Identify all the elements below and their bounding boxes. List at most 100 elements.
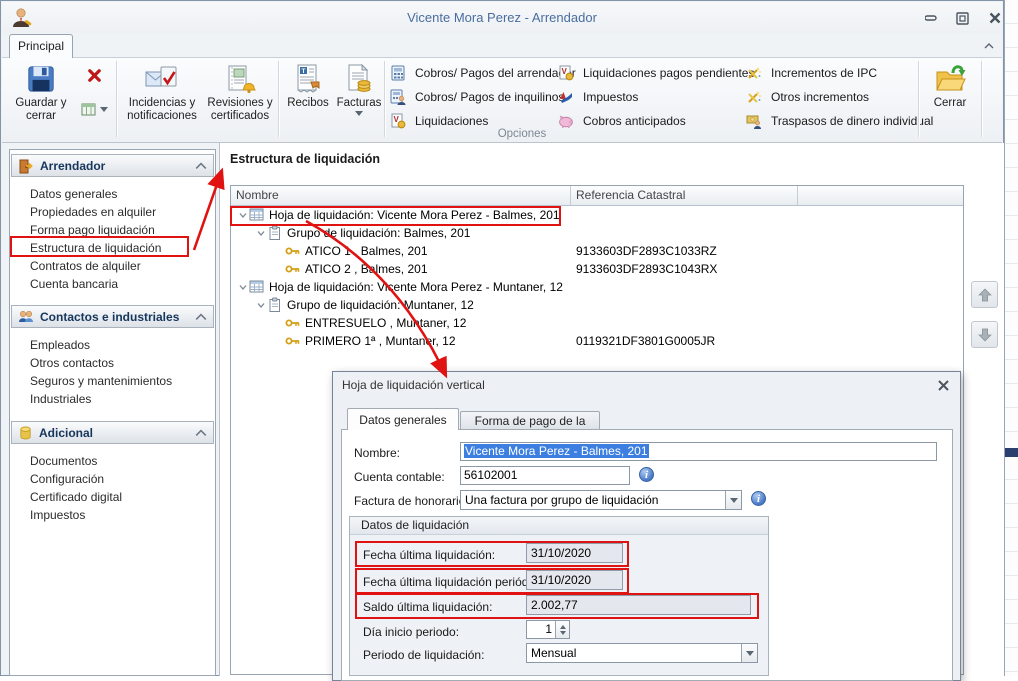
- facturas-label: Facturas: [337, 97, 382, 110]
- nombre-label: Nombre:: [354, 446, 400, 460]
- key-icon: [285, 261, 301, 277]
- grid-dropdown-button[interactable]: [76, 98, 112, 120]
- cuenta-contable-input[interactable]: 56102001: [460, 466, 630, 485]
- window-title: Vicente Mora Perez - Arrendador: [2, 10, 1002, 25]
- sidebar-item-propiedades-alquiler[interactable]: Propiedades en alquiler: [30, 203, 215, 221]
- restore-button[interactable]: [953, 10, 971, 26]
- factura-honorarios-combo[interactable]: Una factura por grupo de liquidación: [460, 490, 742, 510]
- sidebar-item-seguros[interactable]: Seguros y mantenimientos: [30, 372, 215, 390]
- sidebar-item-certificado-digital[interactable]: Certificado digital: [30, 488, 215, 506]
- ribbon-item-label: Otros incrementos: [771, 90, 869, 104]
- sidebar-section-adicional[interactable]: Adicional: [11, 421, 214, 444]
- tree-row-grupo-muntaner[interactable]: Grupo de liquidación: Muntaner, 12: [231, 296, 963, 314]
- key-icon: [285, 243, 301, 259]
- dialog-title: Hoja de liquidación vertical: [342, 378, 485, 392]
- info-icon[interactable]: i: [751, 491, 766, 506]
- tab-principal[interactable]: Principal: [9, 34, 73, 58]
- column-header-referencia[interactable]: Referencia Catastral: [571, 186, 798, 205]
- cuenta-contable-label: Cuenta contable:: [354, 470, 445, 484]
- settlement-doc-icon: V: [558, 65, 574, 81]
- fecha-periodica-label: Fecha última liquidación periódica:: [363, 575, 547, 589]
- ribbon-item-label: Cobros/ Pagos del arrendador: [415, 66, 576, 80]
- expand-chevron-icon[interactable]: [255, 299, 267, 311]
- expand-chevron-icon[interactable]: [237, 281, 249, 293]
- combo-dropdown-button[interactable]: [725, 491, 741, 509]
- facturas-button[interactable]: Facturas: [336, 60, 382, 134]
- expand-chevron-icon[interactable]: [255, 227, 267, 239]
- svg-text:T: T: [302, 68, 306, 75]
- tree-row-hoja-balmes[interactable]: Hoja de liquidación: Vicente Mora Perez …: [231, 206, 963, 224]
- tree-row-label: Grupo de liquidación: Muntaner, 12: [287, 298, 474, 312]
- tree-row-hoja-muntaner[interactable]: Hoja de liquidación: Vicente Mora Perez …: [231, 278, 963, 296]
- tree-row-entresuelo[interactable]: ENTRESUELO , Muntaner, 12: [231, 314, 963, 332]
- tree-row-label: ATICO 1 , Balmes, 201: [305, 244, 428, 258]
- tree-row-atico1[interactable]: ATICO 1 , Balmes, 201 9133603DF2893C1033…: [231, 242, 963, 260]
- sidebar-item-cuenta-bancaria[interactable]: Cuenta bancaria: [30, 275, 215, 293]
- column-header-empty[interactable]: [798, 186, 963, 205]
- tree-row-grupo-balmes[interactable]: Grupo de liquidación: Balmes, 201: [231, 224, 963, 242]
- sidebar-section-arrendador[interactable]: Arrendador: [11, 154, 214, 177]
- column-header-nombre[interactable]: Nombre: [231, 186, 571, 205]
- ribbon-separator: [981, 61, 982, 137]
- sidebar-section-title: Contactos e industriales: [40, 310, 179, 324]
- tree-row-ref: 0119321DF3801G0005JR: [576, 334, 715, 348]
- background-selected-row: [1005, 448, 1018, 457]
- ribbon-item-cobros-pagos-inquilinos[interactable]: Cobros/ Pagos de inquilinos: [390, 86, 576, 107]
- move-down-button[interactable]: [971, 321, 998, 348]
- dialog-tab-page: Nombre: Vicente Mora Perez - Balmes, 201…: [341, 429, 953, 681]
- ribbon-group-label: Opciones: [432, 128, 612, 140]
- ribbon-item-liquidaciones-pendientes[interactable]: V Liquidaciones pagos pendientes: [558, 62, 754, 83]
- ribbon-item-impuestos[interactable]: Impuestos: [558, 86, 754, 107]
- ribbon-item-incrementos-ipc[interactable]: Incrementos de IPC: [746, 62, 933, 83]
- ribbon-item-otros-incrementos[interactable]: Otros incrementos: [746, 86, 933, 107]
- expand-chevron-icon[interactable]: [237, 209, 249, 221]
- sidebar-item-forma-pago[interactable]: Forma pago liquidación: [30, 221, 215, 239]
- sidebar-item-industriales[interactable]: Industriales: [30, 390, 215, 408]
- sidebar-item-contratos[interactable]: Contratos de alquiler: [30, 257, 215, 275]
- ribbon-items-column-2: V Liquidaciones pagos pendientes Impuest…: [558, 62, 754, 131]
- sidebar-item-configuracion[interactable]: Configuración: [30, 470, 215, 488]
- spinner-buttons[interactable]: [555, 621, 569, 638]
- clipboard-icon: [267, 225, 283, 241]
- dia-inicio-label: Día inicio periodo:: [363, 625, 459, 639]
- revisiones-button[interactable]: Revisiones y certificados: [204, 60, 276, 134]
- nombre-selected-text: Vicente Mora Perez - Balmes, 201: [464, 444, 649, 458]
- sidebar-item-estructura-liquidacion[interactable]: Estructura de liquidación: [30, 239, 215, 257]
- tab-forma-de-pago[interactable]: Forma de pago de la liquidación: [460, 411, 600, 430]
- combo-dropdown-button[interactable]: [741, 644, 757, 662]
- ribbon-item-label: Liquidaciones: [415, 114, 488, 128]
- sidebar-item-empleados[interactable]: Empleados: [30, 336, 215, 354]
- tree-row-primero[interactable]: PRIMERO 1ª , Muntaner, 12 0119321DF3801G…: [231, 332, 963, 350]
- incidencias-button[interactable]: Incidencias y notificaciones: [122, 60, 202, 134]
- sidebar-item-impuestos[interactable]: Impuestos: [30, 506, 215, 524]
- save-and-close-button[interactable]: Guardar y cerrar: [10, 60, 72, 134]
- close-button[interactable]: [986, 10, 1004, 26]
- delete-button[interactable]: [76, 60, 112, 90]
- move-up-button[interactable]: [971, 281, 998, 308]
- cerrar-button[interactable]: Cerrar: [922, 60, 978, 134]
- ribbon-item-cobros-pagos-arrendador[interactable]: Cobros/ Pagos del arrendador: [390, 62, 576, 83]
- minimize-button[interactable]: [922, 10, 940, 26]
- tree-row-atico2[interactable]: ATICO 2 , Balmes, 201 9133603DF2893C1043…: [231, 260, 963, 278]
- spinner-value: 1: [527, 621, 554, 638]
- sidebar-items-adicional: Documentos Configuración Certificado dig…: [10, 444, 215, 524]
- info-icon[interactable]: i: [639, 467, 654, 482]
- ribbon: Guardar y cerrar Incidencias y n: [2, 57, 1002, 143]
- delete-x-icon: [86, 67, 103, 84]
- ribbon-collapse-icon[interactable]: [983, 41, 995, 51]
- key-icon: [285, 333, 301, 349]
- incidencias-label: Incidencias y notificaciones: [123, 97, 201, 123]
- tab-datos-generales[interactable]: Datos generales: [347, 408, 459, 430]
- group-title: Datos de liquidación: [350, 517, 768, 535]
- periodo-combo[interactable]: Mensual: [526, 643, 758, 663]
- sidebar-item-otros-contactos[interactable]: Otros contactos: [30, 354, 215, 372]
- ribbon-item-traspasos-dinero[interactable]: Traspasos de dinero individual: [746, 110, 933, 131]
- recibos-button[interactable]: T Recibos: [282, 60, 334, 134]
- sidebar-item-documentos[interactable]: Documentos: [30, 452, 215, 470]
- nombre-input[interactable]: Vicente Mora Perez - Balmes, 201: [460, 442, 937, 461]
- increment-keys-icon: [746, 89, 762, 105]
- dialog-close-button[interactable]: [936, 378, 950, 392]
- sidebar-section-contactos[interactable]: Contactos e industriales: [11, 305, 214, 328]
- dia-inicio-spinner[interactable]: 1: [526, 620, 570, 639]
- sidebar-item-datos-generales[interactable]: Datos generales: [30, 185, 215, 203]
